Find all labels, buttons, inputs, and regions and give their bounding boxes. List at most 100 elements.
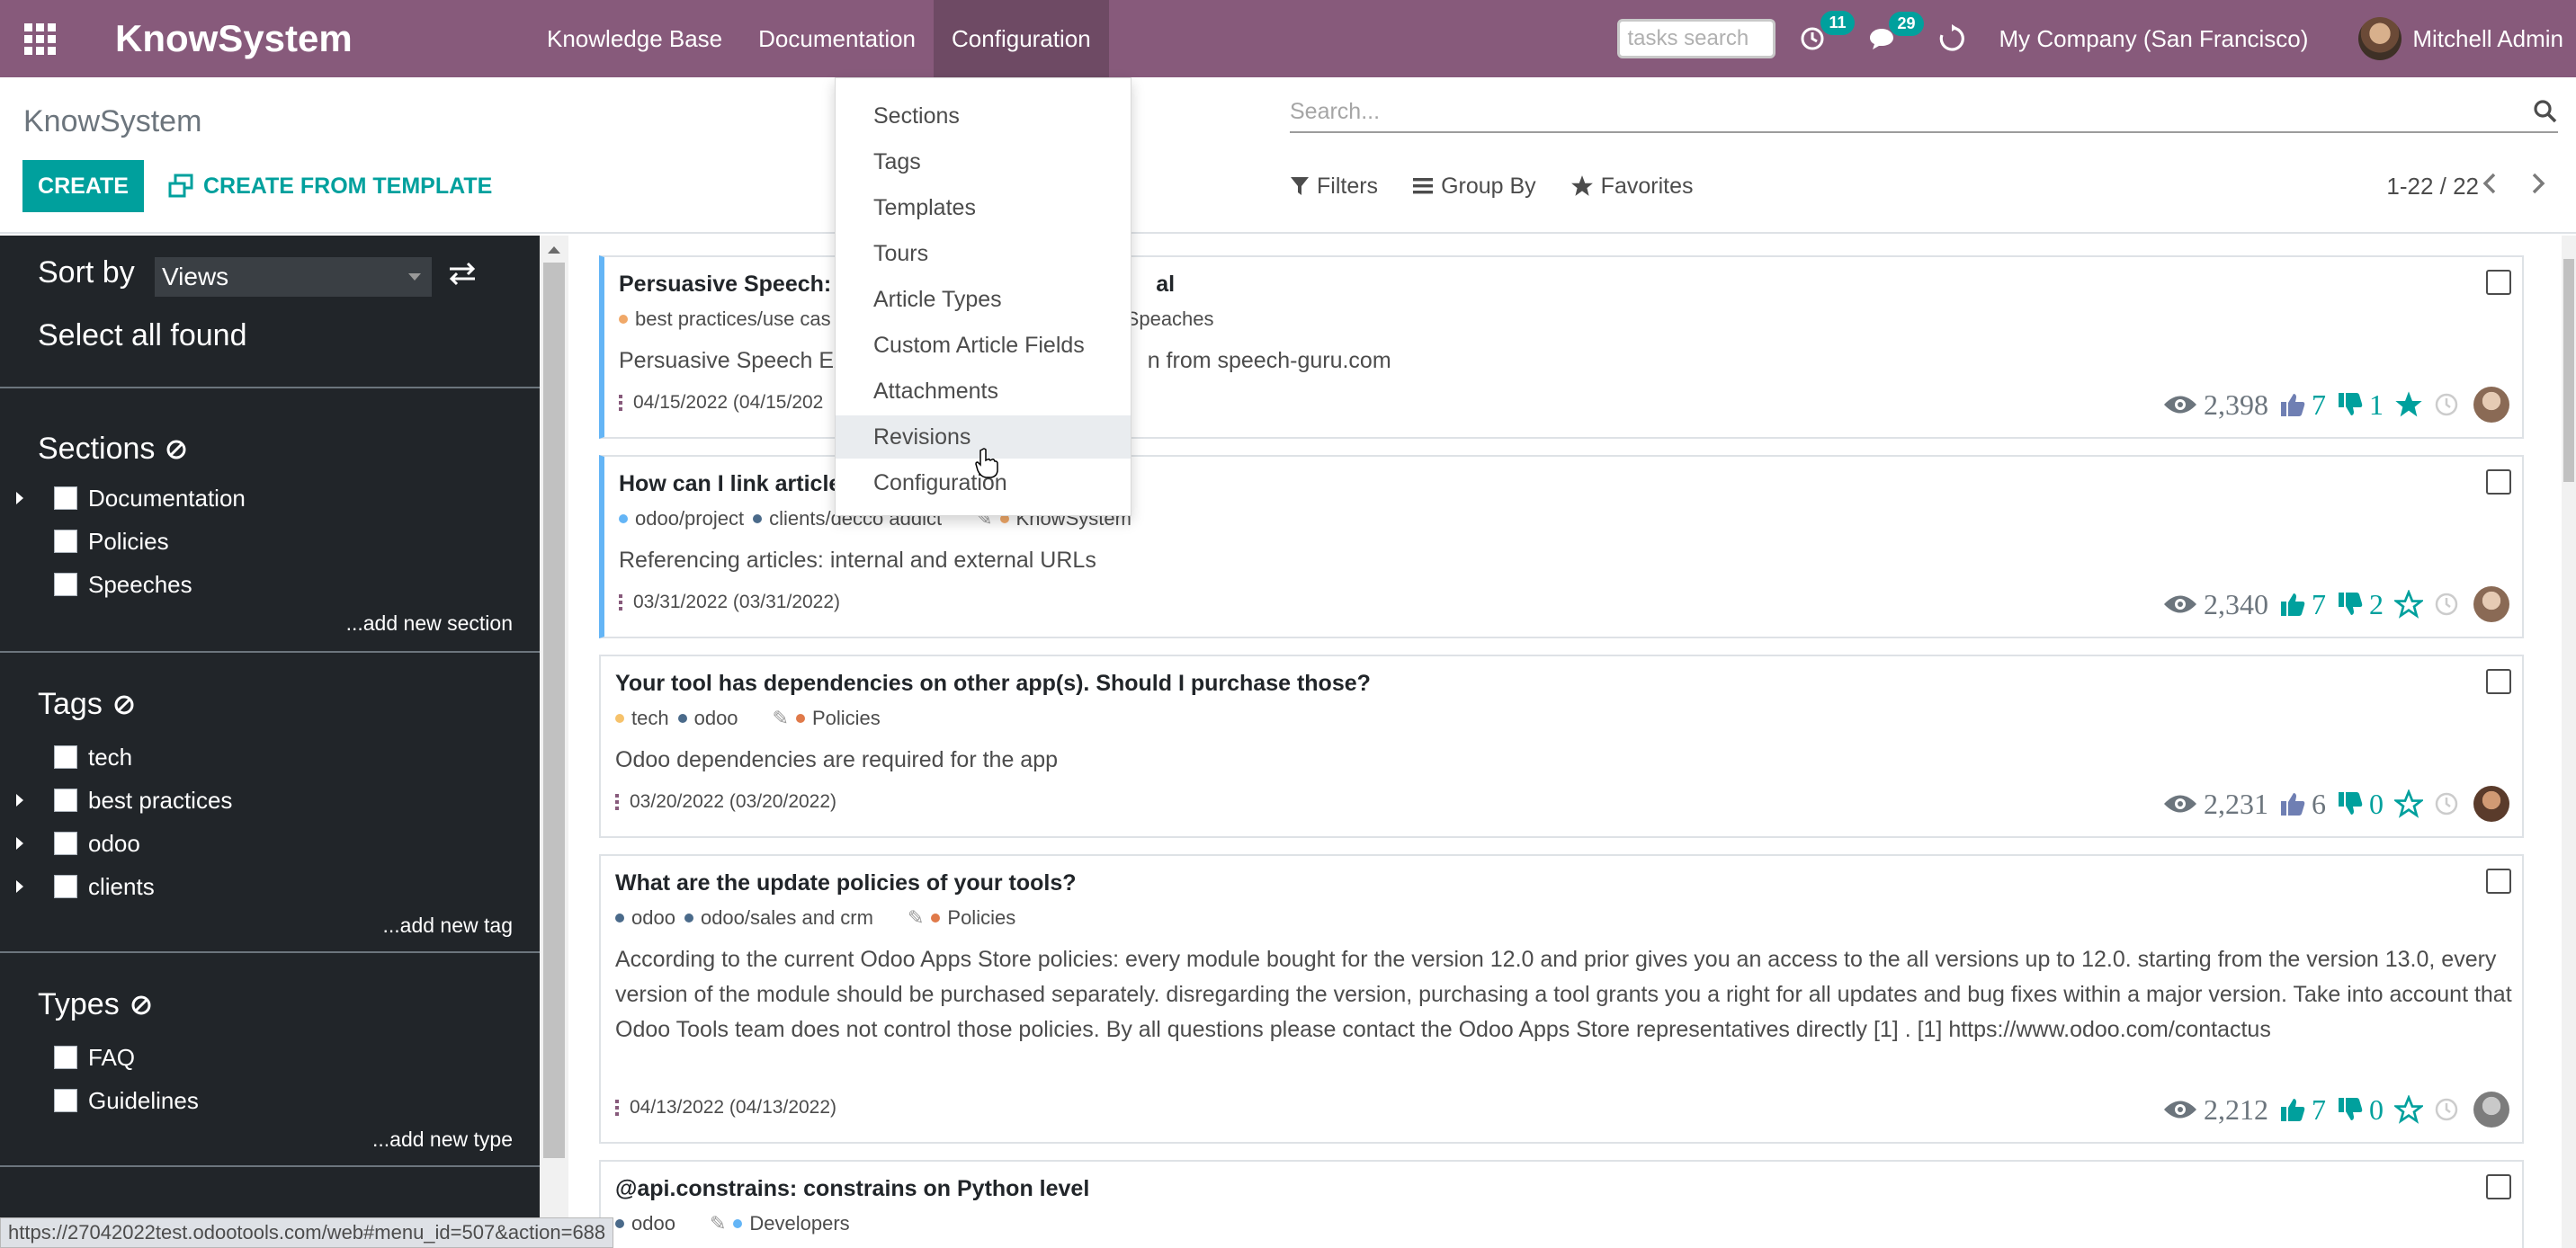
config-menu-tags[interactable]: Tags (836, 140, 1131, 183)
search-input[interactable] (1290, 98, 2533, 125)
like-button[interactable]: 7 (2279, 588, 2326, 621)
section-checkbox[interactable] (54, 573, 77, 596)
type-checkbox[interactable] (54, 1089, 77, 1112)
create-button[interactable]: CREATE (22, 160, 144, 212)
tag-checkbox[interactable] (54, 832, 77, 855)
thumbs-down-icon (2339, 792, 2363, 815)
sidebar-scrollbar[interactable] (540, 236, 568, 1248)
config-menu-attachments[interactable]: Attachments (836, 370, 1131, 413)
article-title[interactable]: How can I link article (619, 471, 841, 497)
type-checkbox[interactable] (54, 1046, 77, 1069)
article-card[interactable]: What are the update policies of your too… (599, 854, 2524, 1144)
article-checkbox[interactable] (2486, 669, 2511, 694)
config-menu-sections[interactable]: Sections (836, 94, 1131, 138)
control-panel: KnowSystem CREATE CREATE FROM TEMPLATE F… (0, 77, 2576, 234)
company-switcher[interactable]: My Company (San Francisco) (1999, 25, 2308, 53)
article-tags: tech odoo ✎ Policies (615, 707, 890, 730)
config-menu-article-types[interactable]: Article Types (836, 278, 1131, 321)
article-checkbox[interactable] (2486, 1174, 2511, 1199)
article-title[interactable]: What are the update policies of your too… (615, 870, 1077, 896)
menu-configuration[interactable]: Configuration (934, 0, 1109, 77)
clear-sections-icon[interactable] (165, 439, 187, 460)
dislike-button[interactable]: 1 (2337, 388, 2384, 422)
add-new-tag-link[interactable]: ...add new tag (383, 914, 514, 938)
sidebar-item-label: Speeches (88, 570, 192, 598)
tag-checkbox[interactable] (54, 789, 77, 812)
article-stats: 2,212 7 0 (2162, 1092, 2509, 1128)
pager-controls (2459, 165, 2556, 201)
types-title: Types (38, 987, 152, 1022)
pager-previous-icon[interactable] (2472, 165, 2508, 201)
expand-arrow-icon[interactable] (16, 492, 23, 504)
dislike-button[interactable]: 0 (2337, 1093, 2384, 1127)
refresh-icon[interactable] (1937, 24, 1966, 53)
section-color-dot (733, 1219, 743, 1228)
sidebar-item-label: odoo (88, 829, 140, 857)
exchange-icon[interactable] (448, 261, 477, 290)
like-button[interactable]: 7 (2279, 388, 2326, 422)
menu-documentation[interactable]: Documentation (740, 0, 934, 77)
clear-types-icon[interactable] (130, 994, 152, 1016)
config-menu-custom-article-fields[interactable]: Custom Article Fields (836, 324, 1131, 367)
article-description: Referencing articles: internal and exter… (619, 548, 1096, 573)
favorite-toggle[interactable] (2394, 390, 2423, 419)
kebab-icon[interactable] (619, 394, 622, 413)
kebab-icon[interactable] (615, 793, 619, 812)
dislike-button[interactable]: 0 (2337, 788, 2384, 821)
scrollbar-thumb[interactable] (543, 263, 565, 1158)
user-menu[interactable]: Mitchell Admin (2358, 17, 2563, 60)
search-icon[interactable] (2533, 99, 2558, 124)
article-checkbox[interactable] (2486, 869, 2511, 894)
article-checkbox[interactable] (2486, 270, 2511, 295)
like-button[interactable]: 7 (2279, 1093, 2326, 1127)
activity-icon[interactable]: 11 (1799, 11, 1855, 52)
config-menu-tours[interactable]: Tours (836, 232, 1131, 275)
kebab-icon[interactable] (615, 1099, 619, 1118)
pager-next-icon[interactable] (2520, 165, 2556, 201)
expand-arrow-icon[interactable] (16, 837, 23, 850)
favorite-toggle[interactable] (2394, 789, 2423, 818)
add-new-section-link[interactable]: ...add new section (346, 611, 513, 636)
create-from-template-button[interactable]: CREATE FROM TEMPLATE (167, 160, 492, 212)
article-title[interactable]: @api.constrains: constrains on Python le… (615, 1176, 1089, 1202)
messages-icon[interactable]: 29 (1867, 12, 1924, 51)
views-count: 2,340 (2204, 587, 2268, 620)
expand-arrow-icon[interactable] (16, 880, 23, 893)
section-chip: Policies (795, 707, 881, 730)
main-scrollbar[interactable] (2562, 236, 2576, 1248)
clock-icon (2434, 392, 2459, 417)
clear-tags-icon[interactable] (113, 694, 135, 716)
sort-select[interactable]: Views (155, 257, 432, 297)
chevron-down-icon (408, 273, 421, 281)
add-new-type-link[interactable]: ...add new type (372, 1128, 513, 1152)
select-all-found[interactable]: Select all found (38, 318, 247, 353)
filters-button[interactable]: Filters (1290, 174, 1378, 200)
scroll-up-icon[interactable] (548, 246, 560, 254)
scrollbar-thumb[interactable] (2563, 259, 2574, 482)
likes-count: 7 (2312, 1092, 2326, 1126)
expand-arrow-icon[interactable] (16, 794, 23, 807)
app-brand[interactable]: KnowSystem (79, 17, 529, 60)
tag-checkbox[interactable] (54, 875, 77, 898)
group-by-button[interactable]: Group By (1412, 174, 1536, 200)
favorite-toggle[interactable] (2394, 1095, 2423, 1124)
apps-menu-icon[interactable] (0, 0, 79, 77)
favorite-toggle[interactable] (2394, 590, 2423, 619)
like-button[interactable]: 6 (2279, 788, 2326, 821)
tasks-search-input[interactable]: tasks search (1617, 19, 1776, 58)
tag-checkbox[interactable] (54, 745, 77, 769)
article-checkbox[interactable] (2486, 469, 2511, 495)
section-checkbox[interactable] (54, 530, 77, 553)
dislike-button[interactable]: 2 (2337, 588, 2384, 621)
kebab-icon[interactable] (619, 593, 622, 612)
menu-knowledge-base[interactable]: Knowledge Base (529, 0, 740, 77)
config-menu-templates[interactable]: Templates (836, 186, 1131, 229)
article-card[interactable]: @api.constrains: constrains on Python le… (599, 1160, 2524, 1248)
favorites-button[interactable]: Favorites (1570, 174, 1693, 200)
section-checkbox[interactable] (54, 486, 77, 510)
article-card[interactable]: Your tool has dependencies on other app(… (599, 655, 2524, 838)
article-title[interactable]: Your tool has dependencies on other app(… (615, 671, 1371, 697)
views-count: 2,398 (2204, 388, 2268, 421)
article-date-label: 04/15/2022 (04/15/202 (633, 392, 824, 413)
sidebar-divider (0, 387, 540, 388)
